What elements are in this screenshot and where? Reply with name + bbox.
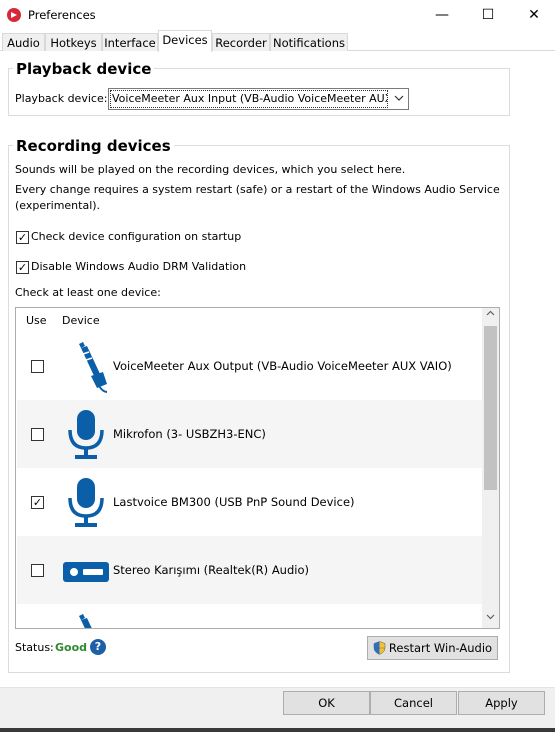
tab-audio[interactable]: Audio: [2, 33, 45, 51]
chevron-down-icon: [392, 92, 406, 106]
cancel-button[interactable]: Cancel: [370, 691, 457, 715]
device-list-scrollbar[interactable]: [482, 308, 499, 628]
ok-button[interactable]: OK: [283, 691, 370, 715]
tab-strip: Audio Hotkeys Interface Devices Recorder…: [0, 30, 555, 52]
device-name: Lastvoice BM300 (USB PnP Sound Device): [113, 495, 355, 509]
disable-drm-checkbox[interactable]: ✓: [16, 261, 29, 274]
dialog-button-bar: OK Cancel Apply: [0, 687, 555, 732]
device-row[interactable]: VoiceMeeter Aux Output (VB-Audio VoiceMe…: [17, 332, 482, 400]
device-use-checkbox[interactable]: ✓: [31, 496, 44, 509]
microphone-icon: [68, 410, 104, 459]
device-list[interactable]: Use Device VoiceMeeter Aux Output (VB-Au…: [15, 307, 500, 629]
app-logo-icon: [7, 8, 21, 22]
recording-group-title: Recording devices: [13, 137, 174, 155]
check-one-device-label: Check at least one device:: [15, 286, 161, 299]
scroll-up-icon[interactable]: [482, 308, 499, 325]
apply-button[interactable]: Apply: [458, 691, 545, 715]
restart-win-audio-label: Restart Win-Audio: [388, 641, 493, 655]
playback-group: Playback device Playback device: VoiceMe…: [8, 60, 510, 116]
close-button[interactable]: ✕: [511, 0, 555, 30]
column-header-use[interactable]: Use: [26, 314, 47, 327]
playback-device-select[interactable]: VoiceMeeter Aux Input (VB-Audio VoiceMee…: [108, 88, 409, 110]
tab-hotkeys[interactable]: Hotkeys: [45, 33, 102, 51]
maximize-button[interactable]: ☐: [465, 0, 511, 30]
window-title: Preferences: [28, 8, 96, 22]
uac-shield-icon: [373, 641, 386, 655]
status-label: Status:: [15, 641, 54, 654]
minimize-button[interactable]: —: [419, 0, 465, 30]
devices-panel: Playback device Playback device: VoiceMe…: [0, 51, 555, 687]
disable-drm-label: Disable Windows Audio DRM Validation: [31, 260, 247, 273]
help-icon[interactable]: ?: [90, 639, 106, 655]
check-config-label: Check device configuration on startup: [31, 230, 242, 243]
stereo-mix-icon: [63, 562, 109, 582]
status-value: Good: [55, 641, 88, 654]
restart-win-audio-button[interactable]: Restart Win-Audio: [367, 636, 498, 660]
audio-jack-icon: [79, 614, 92, 628]
playback-device-value: VoiceMeeter Aux Input (VB-Audio VoiceMee…: [110, 90, 388, 108]
device-row[interactable]: ✓ Lastvoice BM300 (USB PnP Sound Device): [17, 468, 482, 536]
playback-device-label: Playback device:: [15, 92, 108, 105]
device-row[interactable]: Mikrofon (3- USBZH3-ENC): [17, 400, 482, 468]
device-name: Mikrofon (3- USBZH3-ENC): [113, 427, 266, 441]
column-header-device[interactable]: Device: [62, 314, 100, 327]
tab-notifications[interactable]: Notifications: [270, 33, 348, 51]
microphone-icon: [68, 478, 104, 527]
device-name: VoiceMeeter Aux Output (VB-Audio VoiceMe…: [113, 359, 452, 373]
restart-info-text: Every change requires a system restart (…: [15, 183, 500, 196]
title-bar: Preferences — ☐ ✕: [0, 0, 555, 30]
scroll-down-icon[interactable]: [482, 611, 499, 628]
recording-info-text: Sounds will be played on the recording d…: [15, 163, 406, 176]
device-use-checkbox[interactable]: [31, 428, 44, 441]
audio-jack-icon: [79, 342, 108, 393]
playback-group-title: Playback device: [13, 60, 155, 78]
device-use-checkbox[interactable]: [31, 564, 44, 577]
tab-interface[interactable]: Interface: [102, 33, 158, 51]
tab-recorder[interactable]: Recorder: [212, 33, 270, 51]
device-use-checkbox[interactable]: [31, 360, 44, 373]
check-config-checkbox[interactable]: ✓: [16, 231, 29, 244]
device-name: Stereo Karışımı (Realtek(R) Audio): [113, 563, 309, 577]
taskbar-edge: [0, 728, 555, 732]
device-row[interactable]: [17, 604, 482, 628]
restart-info-text-cont: (experimental).: [15, 199, 101, 212]
device-row[interactable]: Stereo Karışımı (Realtek(R) Audio): [17, 536, 482, 604]
scrollbar-thumb[interactable]: [484, 326, 497, 490]
tab-devices[interactable]: Devices: [158, 30, 212, 52]
